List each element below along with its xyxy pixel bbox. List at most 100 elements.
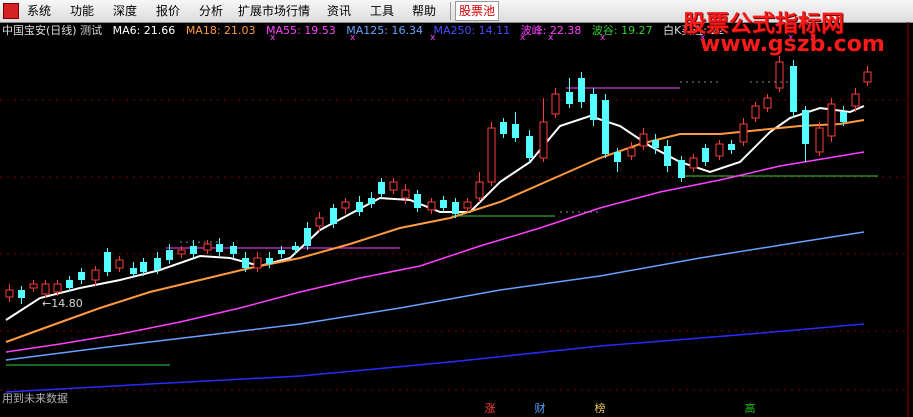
candle-body (614, 152, 621, 162)
candle-body (790, 66, 797, 112)
menu-system[interactable]: 系统 (27, 3, 51, 19)
menu-separator (450, 2, 451, 20)
candle-body (639, 133, 648, 147)
signal-marker-x: x (430, 33, 436, 43)
candle-body (500, 122, 507, 134)
candle-body (602, 100, 609, 154)
tag-list-label: 榜 (594, 402, 606, 415)
candle-body (330, 208, 337, 224)
menu-help[interactable]: 帮助 (412, 3, 436, 19)
candle-body (840, 112, 847, 122)
candle-body (751, 105, 760, 119)
candle-body (702, 148, 709, 162)
menu-quote[interactable]: 报价 (156, 3, 180, 19)
candle-body (154, 258, 161, 270)
menu-extended-market[interactable]: 扩展市场行情 (238, 3, 310, 19)
candle-body (91, 269, 100, 281)
future-data-notice: 用到未来数据 (2, 392, 68, 405)
candle-body (66, 280, 73, 288)
candle-body (278, 250, 285, 254)
candle-body (487, 127, 496, 183)
signal-markers: xxxxxxxxx (180, 33, 816, 243)
candle-body (551, 93, 560, 115)
candle-body (203, 243, 212, 251)
candle-body (292, 246, 299, 250)
candle-body (652, 140, 659, 148)
candle-body (341, 201, 350, 209)
candle-body (802, 110, 809, 144)
candle-body (190, 246, 197, 254)
candle-body (590, 94, 597, 120)
candle-body (452, 202, 459, 214)
candle-body (539, 121, 548, 159)
menu-tools[interactable]: 工具 (370, 3, 394, 19)
candle-body (130, 268, 137, 274)
candle-body (815, 127, 824, 153)
candle-body (715, 143, 724, 157)
candle-body (739, 123, 748, 143)
menu-function[interactable]: 功能 (70, 3, 94, 19)
candle-body (29, 283, 38, 289)
ma250-line (5, 323, 865, 393)
app-icon (3, 3, 19, 19)
candle-body (18, 290, 25, 298)
candle-body (851, 93, 860, 107)
candle-body (689, 157, 698, 169)
candlestick-chart[interactable]: xxxxxxxxx (0, 22, 913, 417)
candle-body (827, 103, 836, 137)
tag-finance-label: 财 (534, 402, 546, 415)
candle-body (53, 283, 62, 293)
candle-body (104, 252, 111, 272)
candle-body (253, 257, 262, 269)
low-price-label: ←14.80 (42, 297, 83, 310)
tag-high[interactable]: 高 (742, 401, 758, 416)
menu-depth[interactable]: 深度 (113, 3, 137, 19)
ma6-line (5, 105, 865, 321)
signal-marker-x: x (270, 33, 276, 43)
candle-body (266, 258, 273, 264)
candle-body (216, 244, 223, 252)
candle-body (315, 217, 324, 227)
signal-marker-x: x (600, 33, 606, 43)
candle-body (863, 71, 872, 83)
candle-body (627, 147, 636, 157)
candle-body (115, 259, 124, 269)
candle-body (414, 194, 421, 208)
menu-news[interactable]: 资讯 (327, 3, 351, 19)
candle-body (242, 258, 249, 268)
candle-body (304, 228, 311, 246)
tag-list[interactable]: 榜 (592, 401, 608, 416)
menu-stock-pool[interactable]: 股票池 (455, 1, 500, 21)
candle-body (5, 289, 14, 298)
candle-body (166, 250, 173, 260)
moving-average-lines (5, 105, 865, 393)
candle-body (678, 160, 685, 178)
candle-body (356, 202, 363, 212)
candle-body (526, 136, 533, 158)
candle-body (389, 181, 398, 191)
candle-body (230, 246, 237, 254)
candle-body (140, 262, 147, 272)
tag-finance[interactable]: 财 (532, 401, 548, 416)
candle-body (775, 61, 784, 89)
candle-body (664, 146, 671, 166)
candle-body (427, 201, 436, 211)
candle-body (763, 97, 772, 109)
signal-marker-x: x (350, 33, 356, 43)
candle-body (512, 124, 519, 138)
candle-body (578, 78, 585, 102)
signal-marker-x: x (548, 33, 554, 43)
candle-body (78, 272, 85, 280)
candlesticks (5, 56, 872, 304)
candle-body (728, 144, 735, 150)
ma18-line (5, 119, 865, 343)
candle-body (401, 189, 410, 199)
menu-analysis[interactable]: 分析 (199, 3, 223, 19)
tag-rise[interactable]: 涨 (482, 401, 498, 416)
candle-body (368, 198, 375, 204)
candle-body (41, 283, 50, 295)
signal-marker-x: x (520, 33, 526, 43)
tag-high-label: 高 (744, 402, 756, 415)
candle-body (566, 92, 573, 104)
candle-body (378, 182, 385, 194)
